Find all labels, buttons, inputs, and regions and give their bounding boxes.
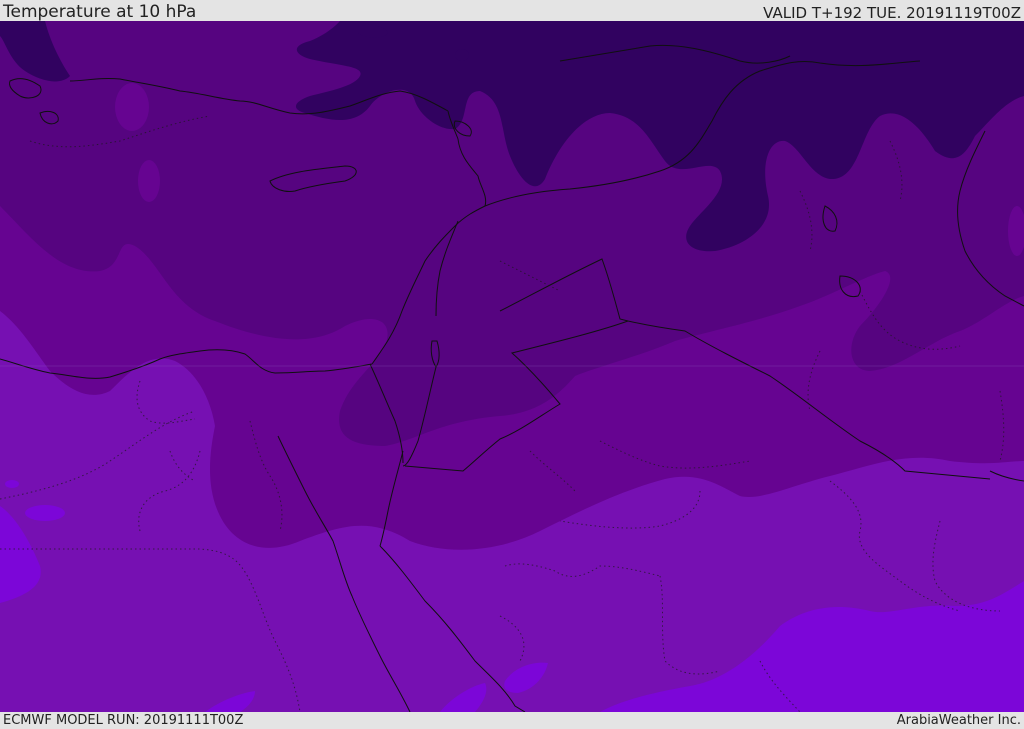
valid-time: VALID T+192 TUE. 20191119T00Z — [763, 4, 1021, 22]
header-bar: Temperature at 10 hPa VALID T+192 TUE. 2… — [0, 0, 1024, 21]
temperature-band-bright — [5, 480, 19, 488]
temperature-map[interactable] — [0, 21, 1024, 712]
map-canvas — [0, 21, 1024, 712]
model-run-label: ECMWF MODEL RUN: 20191111T00Z — [3, 713, 244, 728]
footer-bar: ECMWF MODEL RUN: 20191111T00Z ArabiaWeat… — [0, 712, 1024, 729]
temperature-band-patch — [138, 160, 160, 202]
temperature-band-patch — [455, 49, 469, 61]
map-title: Temperature at 10 hPa — [3, 2, 197, 22]
credit-label: ArabiaWeather Inc. — [896, 713, 1021, 728]
temperature-band-patch — [115, 83, 149, 131]
temperature-band-bright — [25, 505, 65, 521]
